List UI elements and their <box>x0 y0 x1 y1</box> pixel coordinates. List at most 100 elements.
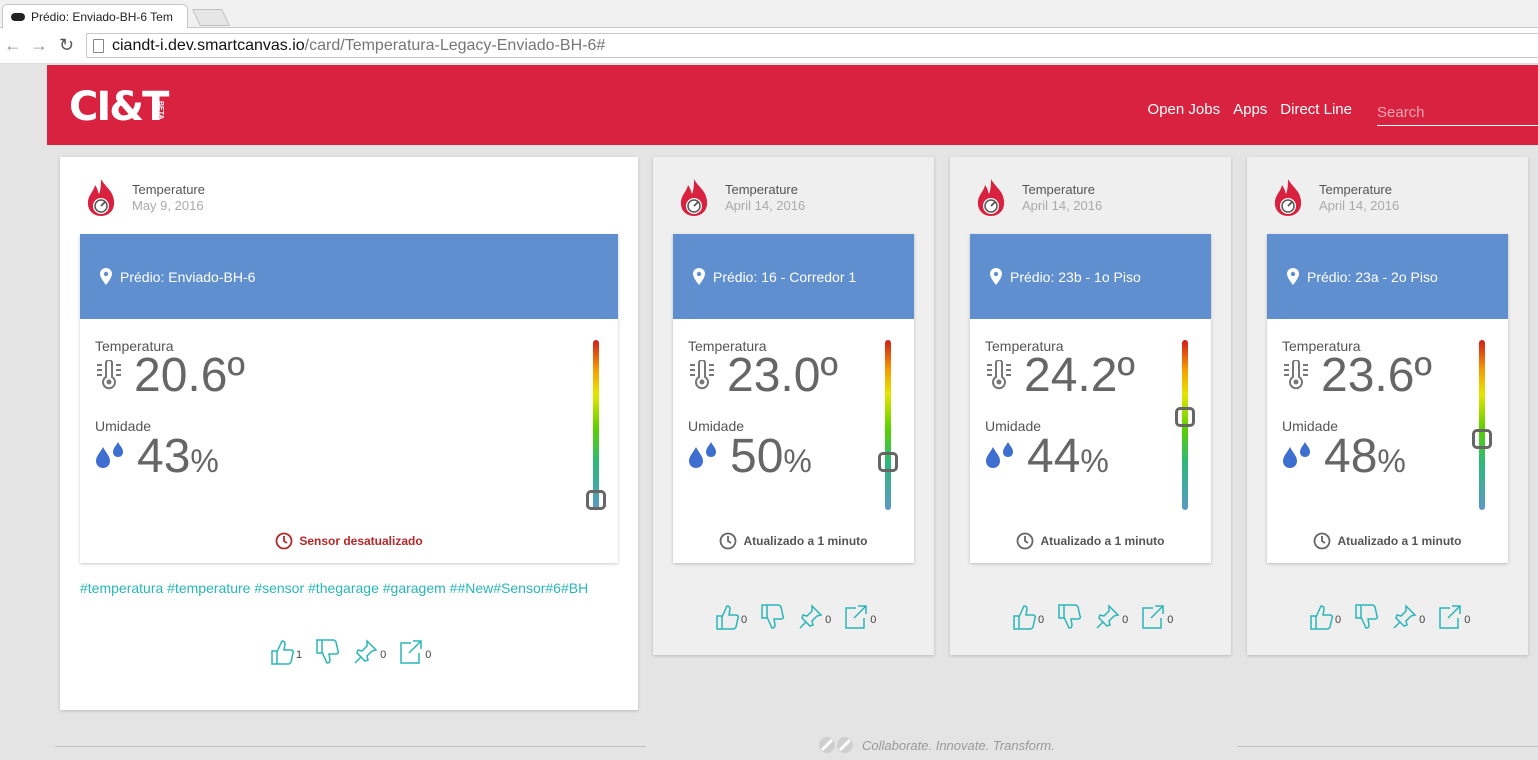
share-icon <box>845 605 867 629</box>
hashtags[interactable]: #temperatura #temperature #sensor #thega… <box>80 580 588 596</box>
temperature-gauge-bar <box>593 340 599 510</box>
nav-open-jobs[interactable]: Open Jobs <box>1148 101 1221 118</box>
like-button[interactable]: 1 <box>269 638 302 666</box>
status-text: Atualizado a 1 minuto <box>1337 534 1462 548</box>
humidity-value-wrap: 43% <box>137 431 219 487</box>
like-button[interactable]: 0 <box>1011 603 1044 631</box>
temperature-value: 23.6º <box>1321 349 1432 402</box>
like-button[interactable]: 0 <box>1308 603 1341 631</box>
smartcanvas-logo-icon <box>819 737 853 753</box>
pin-count: 0 <box>380 649 387 661</box>
card-actions: 0 0 0 <box>714 603 888 631</box>
pin-button[interactable]: 0 <box>798 603 831 631</box>
footer-divider-left <box>55 746 646 747</box>
sensor-widget[interactable]: Prédio: 16 - Corredor 1 Temperatura 23.0… <box>673 234 914 563</box>
share-icon <box>400 640 422 664</box>
thermometer-icon <box>690 360 714 390</box>
dislike-button[interactable] <box>314 638 341 666</box>
thermometer-icon <box>1284 360 1308 390</box>
gauge-indicator <box>1175 406 1195 427</box>
thermometer-icon <box>987 360 1011 390</box>
temperature-value: 20.6º <box>134 349 245 402</box>
share-button[interactable]: 0 <box>843 603 876 631</box>
reload-icon[interactable]: ↻ <box>59 36 74 54</box>
card-meta: Temperature April 14, 2016 <box>675 177 805 217</box>
dislike-button[interactable] <box>759 603 786 631</box>
humidity-value: 48 <box>1324 430 1378 483</box>
humidity-value-wrap: 44% <box>1027 431 1109 487</box>
cit-logo[interactable]: CI&T <box>69 87 169 127</box>
thumbs-down-icon <box>316 639 340 664</box>
address-bar[interactable]: ciandt-i.dev.smartcanvas.io/card/Tempera… <box>86 33 1538 58</box>
widget-header: Prédio: 23b - 1o Piso <box>970 234 1211 319</box>
location-pin-icon <box>100 268 112 285</box>
card-meta: Temperature May 9, 2016 <box>82 177 205 217</box>
pushpin-icon <box>1393 604 1417 629</box>
pin-button[interactable]: 0 <box>1392 603 1425 631</box>
humidity-value: 43 <box>137 430 191 483</box>
sensor-widget[interactable]: Prédio: 23a - 2o Piso Temperatura 23.6º … <box>1267 234 1508 563</box>
share-icon <box>1142 605 1164 629</box>
browser-tab-bar: Prédio: Enviado-BH-6 Tem <box>0 0 1538 29</box>
share-icon <box>1439 605 1461 629</box>
dislike-button[interactable] <box>1056 603 1083 631</box>
nav-apps[interactable]: Apps <box>1233 101 1267 118</box>
water-drops-icon <box>1283 442 1310 468</box>
pin-count: 0 <box>1419 614 1426 626</box>
share-count: 0 <box>425 649 432 661</box>
share-button[interactable]: 0 <box>1437 603 1470 631</box>
humidity-value: 44 <box>1027 430 1081 483</box>
gauge-indicator <box>1472 428 1492 449</box>
pushpin-icon <box>1096 604 1120 629</box>
pin-button[interactable]: 0 <box>353 638 386 666</box>
clock-icon <box>1314 532 1331 550</box>
card-title: Temperature <box>725 181 798 197</box>
like-count: 1 <box>296 649 303 661</box>
fire-gauge-icon <box>680 179 708 216</box>
like-button[interactable]: 0 <box>714 603 747 631</box>
footer-divider-right <box>1238 746 1538 747</box>
temperature-value: 23.0º <box>727 349 838 402</box>
status-text: Atualizado a 1 minuto <box>743 534 868 548</box>
url-host: ciandt-i.dev.smartcanvas.io <box>112 36 305 54</box>
thumbs-up-icon <box>1310 605 1334 630</box>
card-actions: 0 0 0 <box>1011 603 1185 631</box>
building-label: Prédio: Enviado-BH-6 <box>120 268 256 285</box>
footer-tagline: Collaborate. Innovate. Transform. <box>862 737 1055 753</box>
share-button[interactable]: 0 <box>1140 603 1173 631</box>
like-count: 0 <box>1335 614 1342 626</box>
browser-toolbar: ← → ↻ ciandt-i.dev.smartcanvas.io/card/T… <box>0 28 1538 64</box>
water-drops-icon <box>689 442 716 468</box>
sensor-widget[interactable]: Prédio: Enviado-BH-6 Temperatura 20.6º U… <box>80 234 618 563</box>
gauge-indicator <box>878 452 898 473</box>
temperature-card: Temperature May 9, 2016 Prédio: Enviado-… <box>60 157 638 710</box>
card-actions: 1 0 0 <box>269 638 443 666</box>
forward-arrow-icon[interactable]: → <box>30 36 48 54</box>
clock-icon <box>275 532 293 550</box>
card-meta: Temperature April 14, 2016 <box>972 177 1102 217</box>
thumbs-up-icon <box>1013 605 1037 630</box>
thumbs-up-icon <box>271 640 295 665</box>
humidity-unit: % <box>1080 443 1109 479</box>
browser-tab[interactable]: Prédio: Enviado-BH-6 Tem <box>2 4 188 29</box>
pin-count: 0 <box>1122 614 1129 626</box>
share-button[interactable]: 0 <box>398 638 431 666</box>
search-input[interactable] <box>1377 99 1538 126</box>
dislike-button[interactable] <box>1353 603 1380 631</box>
pushpin-icon <box>354 639 378 664</box>
site-favicon-icon <box>11 13 25 21</box>
like-count: 0 <box>1038 614 1045 626</box>
humidity-value-wrap: 48% <box>1324 431 1406 487</box>
widget-header: Prédio: 23a - 2o Piso <box>1267 234 1508 319</box>
url-path: /card/Temperatura-Legacy-Enviado-BH-6# <box>304 36 606 54</box>
pin-button[interactable]: 0 <box>1095 603 1128 631</box>
back-arrow-icon[interactable]: ← <box>4 36 22 54</box>
page-icon <box>93 38 104 53</box>
card-date: April 14, 2016 <box>1022 197 1103 213</box>
sensor-widget[interactable]: Prédio: 23b - 1o Piso Temperatura 24.2º … <box>970 234 1211 563</box>
nav-direct-line[interactable]: Direct Line <box>1280 101 1352 118</box>
thumbs-down-icon <box>1058 604 1082 629</box>
pin-count: 0 <box>825 614 832 626</box>
new-tab-button[interactable] <box>192 9 230 26</box>
update-status: Atualizado a 1 minuto <box>1267 532 1508 550</box>
